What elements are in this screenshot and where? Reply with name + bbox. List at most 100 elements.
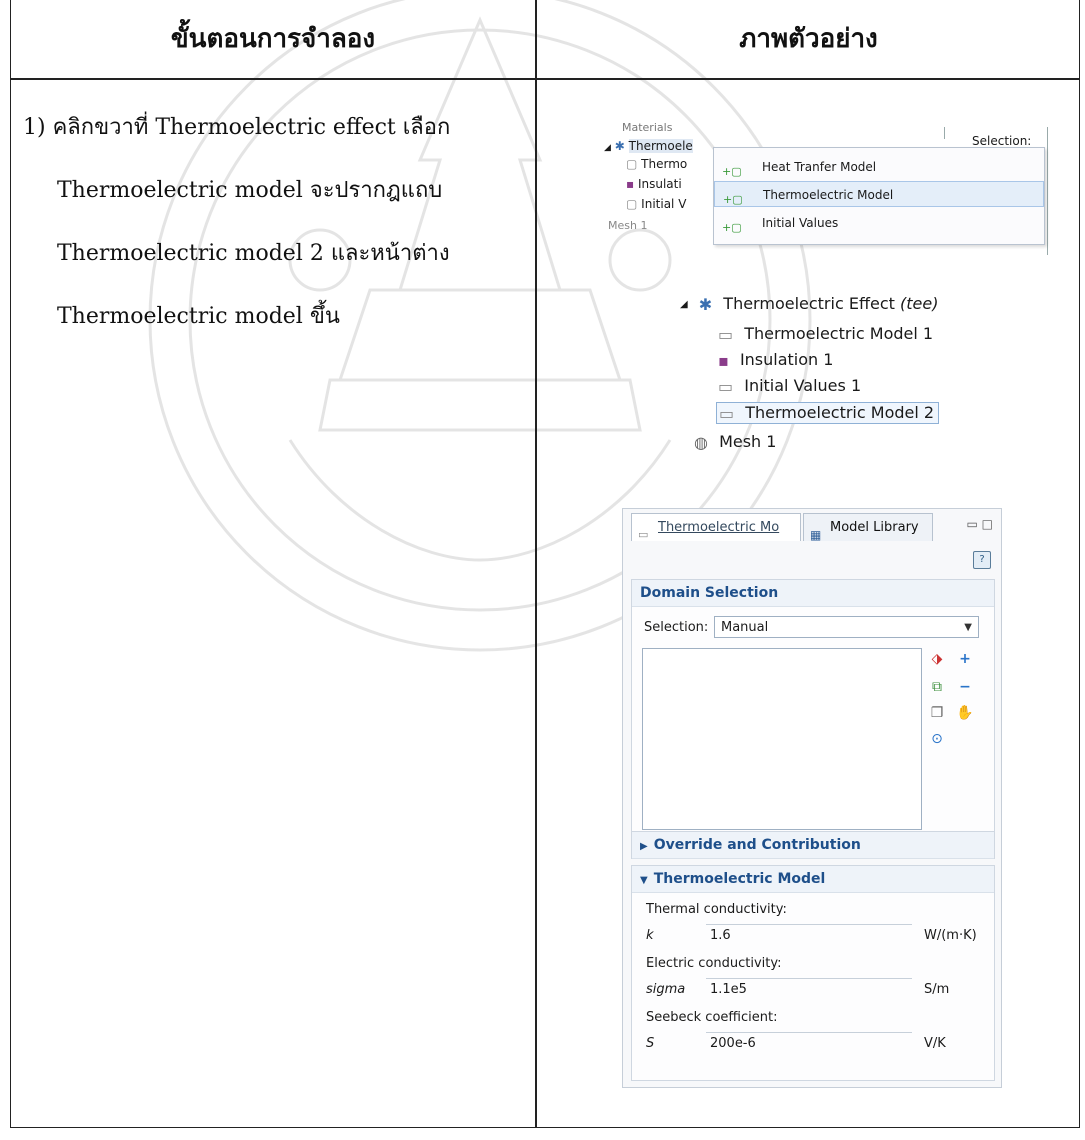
thermoelectric-model-section: ▼ Thermoelectric Model Thermal conductivi… <box>631 865 995 1081</box>
step-line-3: Thermoelectric model 2 และหน้าต่าง <box>57 241 450 266</box>
tab-label: Model Library <box>830 520 919 535</box>
menu-item-label: Thermoelectric Model <box>763 188 894 202</box>
domain-selection-header[interactable]: Domain Selection <box>632 580 994 607</box>
library-icon: ▦ <box>810 528 822 542</box>
tree-item-insulation-1[interactable]: ▪ Insulation 1 <box>718 350 833 370</box>
thermal-conductivity-unit: W/(m·K) <box>924 928 977 943</box>
domain-node-icon: ▢ <box>626 157 638 171</box>
tree-item-initial-values[interactable]: ▢ Initial V <box>626 197 714 211</box>
tree-item-materials[interactable]: Materials <box>622 121 672 134</box>
override-section: ▶ Override and Contribution <box>631 831 995 859</box>
tree-item-thermoelectric-model-2[interactable]: ▭ Thermoelectric Model 2 <box>716 402 940 424</box>
thermal-conductivity-symbol: k <box>646 928 654 943</box>
window-controls: ▭ □ <box>966 517 993 531</box>
menu-item-initial-values[interactable]: +▢ Initial Values <box>714 210 1044 236</box>
boundary-node-icon: ▪ <box>718 351 729 370</box>
section-title: Thermoelectric Model <box>653 871 826 887</box>
tab-label: Thermoelectric Mo <box>658 520 780 535</box>
tree-item-label: Thermoelectric Effect <box>723 294 895 313</box>
divider <box>944 127 945 139</box>
chevron-down-icon: ▼ <box>964 622 972 633</box>
copy-icon[interactable]: ❐ <box>928 704 946 722</box>
step-line-4: Thermoelectric model ขึ้น <box>57 304 340 329</box>
menu-item-heat-transfer-model[interactable]: +▢ Heat Tranfer Model <box>714 154 1044 180</box>
electric-conductivity-unit: S/m <box>924 982 950 997</box>
domain-add-icon: +▢ <box>723 193 743 206</box>
selection-dropdown[interactable]: Manual ▼ <box>714 616 979 638</box>
seebeck-coefficient-unit: V/K <box>924 1036 946 1051</box>
settings-panel: ▭ Thermoelectric Mo ▦ Model Library ▭ □ … <box>622 508 1002 1088</box>
physics-tag: (tee) <box>899 294 939 313</box>
minimize-icon[interactable]: ▭ <box>966 517 977 531</box>
domain-node-icon: ▭ <box>719 404 735 423</box>
step-line-1: 1) คลิกขวาที่ Thermoelectric effect เลือ… <box>23 115 451 140</box>
header-example-images: ภาพตัวอย่าง <box>739 24 878 54</box>
seebeck-coefficient-input[interactable]: 200e-6 <box>706 1032 912 1054</box>
paste-selection-icon[interactable]: ⧉ <box>928 678 946 696</box>
collapse-arrow-icon: ▼ <box>640 875 648 886</box>
selection-toolbar: ⬗ + ⧉ − ❐ ✋ ⊙ <box>928 650 988 770</box>
tree-item-initial-values-1[interactable]: ▭ Initial Values 1 <box>718 376 861 396</box>
zoom-to-selection-icon[interactable]: ⊙ <box>928 730 946 748</box>
electric-conductivity-label: Electric conductivity: <box>646 956 782 971</box>
add-icon[interactable]: + <box>956 650 974 668</box>
remove-icon[interactable]: − <box>956 678 974 696</box>
tree-item-mesh-1[interactable]: ◍ Mesh 1 <box>694 432 776 452</box>
maximize-icon[interactable]: □ <box>982 517 993 531</box>
tree-item-label: Thermoelectric Model 1 <box>744 324 934 343</box>
tree-item-mesh[interactable]: Mesh 1 <box>608 219 668 232</box>
tree-item-thermoelectric-model-1[interactable]: ▭ Thermoelectric Model 1 <box>718 324 933 344</box>
panel-tabs: ▭ Thermoelectric Mo ▦ Model Library ▭ □ <box>623 509 1001 543</box>
step-line-2: Thermoelectric model จะปรากฎแถบ <box>57 178 443 203</box>
menu-item-label: Initial Values <box>762 216 839 230</box>
seebeck-coefficient-symbol: S <box>646 1036 655 1051</box>
selection-label: Selection: <box>644 620 709 635</box>
tree-item-thermo-model[interactable]: ▢ Thermo <box>626 157 714 171</box>
seebeck-coefficient-label: Seebeck coefficient: <box>646 1010 778 1025</box>
tree-item-thermoelectric-effect[interactable]: ◢ ✱ Thermoele <box>604 139 716 153</box>
thermal-conductivity-label: Thermal conductivity: <box>646 902 787 917</box>
tab-model-library[interactable]: ▦ Model Library <box>803 513 933 542</box>
tree-item-label: Thermoelectric Model 2 <box>745 403 935 422</box>
header-simulation-steps: ขั้นตอนการจำลอง <box>170 24 376 54</box>
expand-arrow-icon: ▶ <box>640 841 648 852</box>
thermal-conductivity-input[interactable]: 1.6 <box>706 924 912 946</box>
selection-value: Manual <box>721 620 769 635</box>
tree-item-thermoelectric-effect[interactable]: ◢ ✱ Thermoelectric Effect (tee) <box>680 294 938 314</box>
clear-selection-icon[interactable]: ✋ <box>956 704 974 722</box>
electric-conductivity-symbol: sigma <box>646 982 686 997</box>
model-tree-screenshot: ◢ ✱ Thermoelectric Effect (tee) ▭ Thermo… <box>680 290 980 470</box>
divider <box>1047 127 1048 255</box>
section-title: Override and Contribution <box>653 837 861 853</box>
menu-item-thermoelectric-model[interactable]: +▢ Thermoelectric Model <box>714 181 1044 207</box>
tree-item-label: Mesh 1 <box>719 432 777 451</box>
override-header[interactable]: ▶ Override and Contribution <box>632 832 994 859</box>
header-divider <box>11 78 1079 80</box>
tree-item-label: Initial Values 1 <box>744 376 862 395</box>
help-icon[interactable]: ? <box>973 551 991 569</box>
select-domains-icon[interactable]: ⬗ <box>928 650 946 668</box>
collapse-arrow-icon[interactable]: ◢ <box>680 299 688 310</box>
physics-icon: ✱ <box>614 139 625 153</box>
menu-item-label: Heat Tranfer Model <box>762 160 877 174</box>
domain-node-icon: ▭ <box>638 528 649 541</box>
electric-conductivity-input[interactable]: 1.1e5 <box>706 978 912 1000</box>
mesh-icon: ◍ <box>694 433 708 452</box>
step-description: 1) คลิกขวาที่ Thermoelectric effect เลือ… <box>23 96 528 348</box>
tree-item-label: Insulati <box>637 177 682 191</box>
domain-add-icon: +▢ <box>722 221 742 234</box>
selection-list[interactable] <box>642 648 922 830</box>
collapse-arrow-icon[interactable]: ◢ <box>604 143 611 153</box>
domain-node-icon: ▢ <box>626 197 638 211</box>
domain-selection-section: Domain Selection Selection: Manual ▼ ⬗ +… <box>631 579 995 843</box>
boundary-node-icon: ▪ <box>626 177 635 191</box>
tree-item-insulation[interactable]: ▪ Insulati <box>626 177 714 191</box>
tree-item-label: Insulation 1 <box>739 350 834 369</box>
thermoelectric-model-header[interactable]: ▼ Thermoelectric Model <box>632 866 994 893</box>
context-menu: +▢ Heat Tranfer Model +▢ Thermoelectric … <box>713 147 1045 245</box>
physics-icon: ✱ <box>698 295 713 314</box>
domain-node-icon: ▭ <box>718 325 734 344</box>
tree-item-label: Thermoele <box>628 139 693 153</box>
tab-thermoelectric-model[interactable]: ▭ Thermoelectric Mo <box>631 513 801 541</box>
tree-item-label: Initial V <box>641 197 687 211</box>
